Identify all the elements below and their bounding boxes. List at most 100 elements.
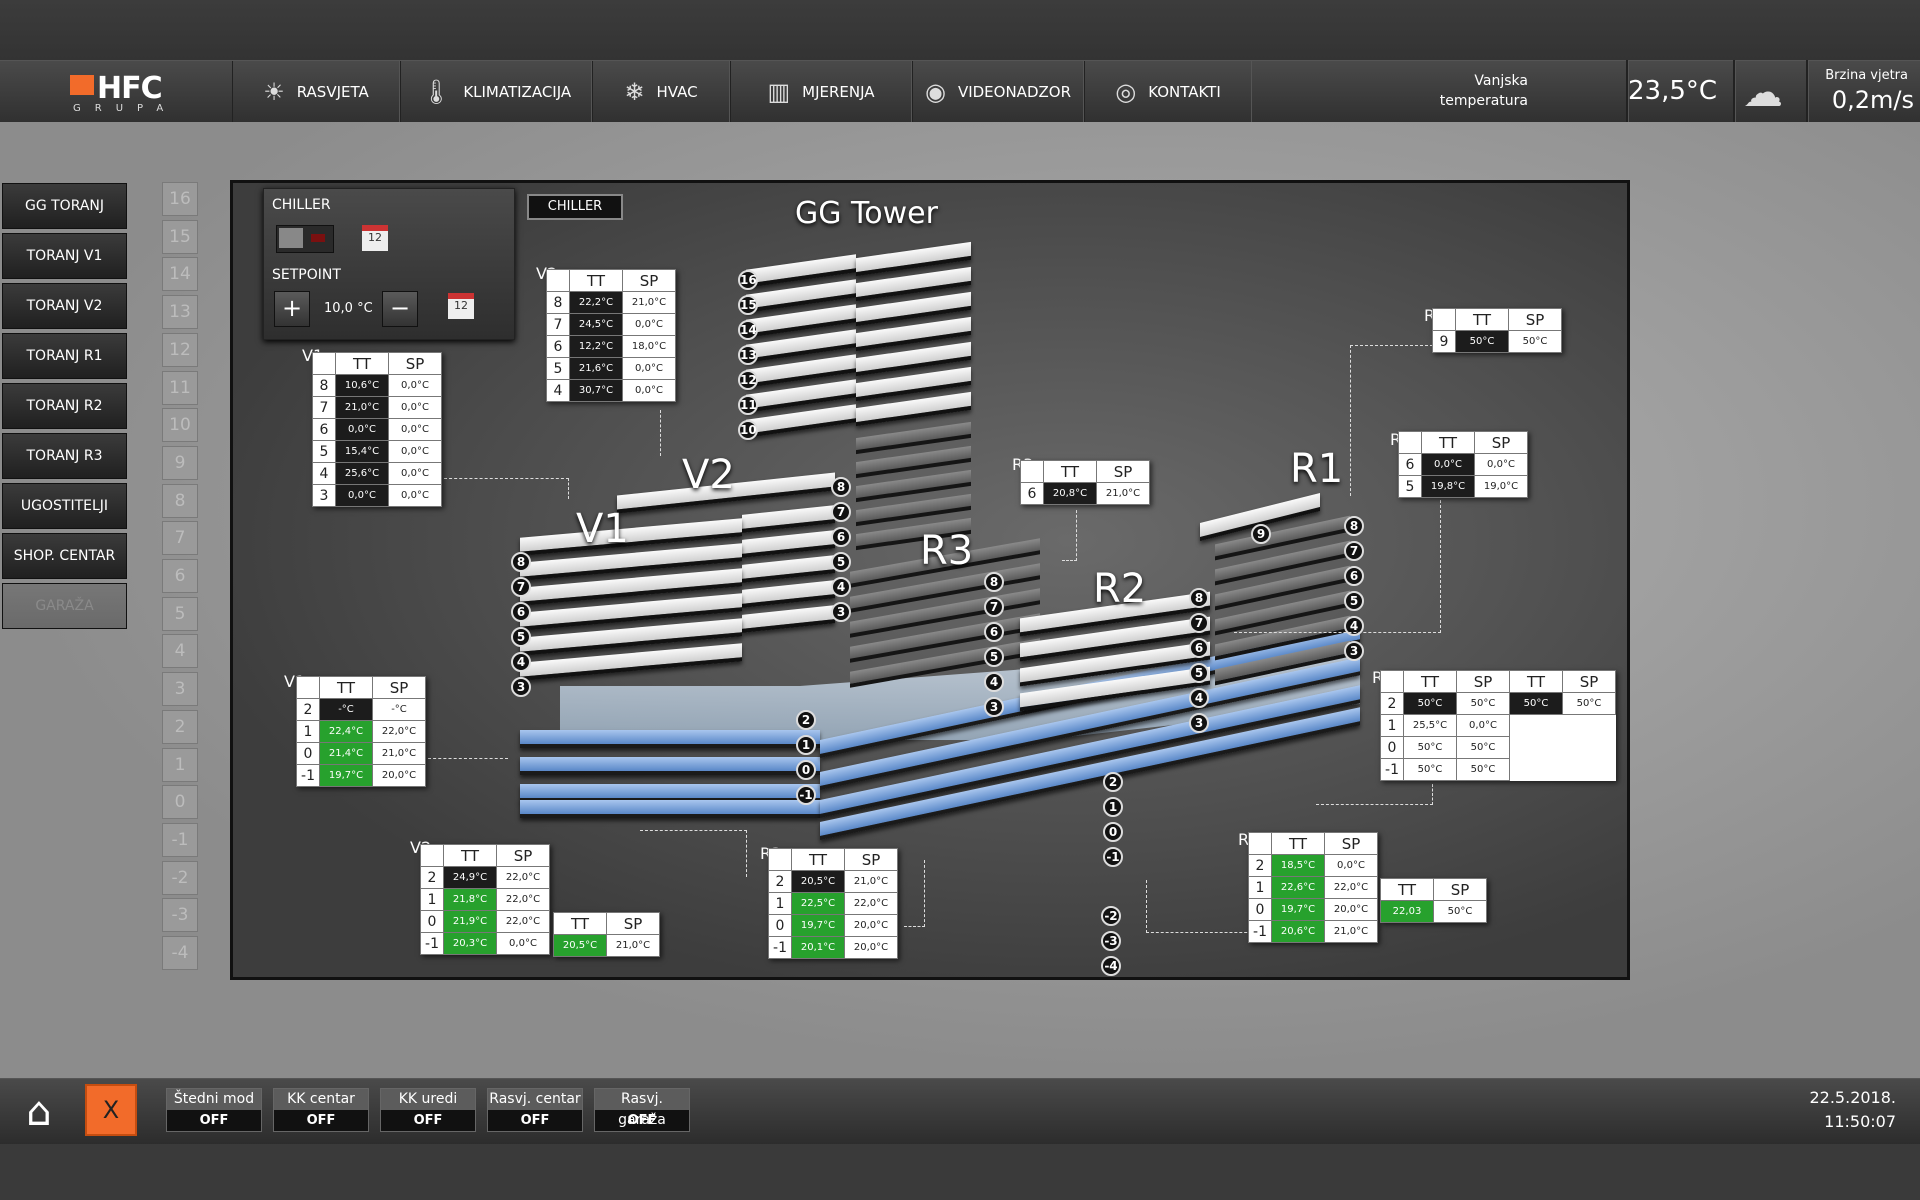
floor-number: 6	[1398, 453, 1422, 476]
quick-toggle-1[interactable]: KK centar OFF	[273, 1088, 369, 1132]
nav-label: KLIMATIZACIJA	[463, 83, 572, 101]
tt-value: 22,03	[1380, 900, 1434, 923]
switch-led	[311, 234, 325, 242]
date-text: 22.5.2018.	[1809, 1088, 1896, 1107]
sidebar-item-toranj-v2[interactable]: TORANJ V2	[2, 283, 127, 329]
floor-badge: 3	[1189, 713, 1209, 733]
r2_top-table: TT SP 6 0,0°C 0,0°C 5 19,8°C 19,0°C	[1398, 431, 1528, 498]
floor-badge: 12	[738, 370, 758, 390]
close-button[interactable]: X	[85, 1084, 137, 1136]
tt-value: 20,3°C	[443, 932, 497, 955]
connector-line	[1234, 500, 1441, 633]
floor-badge: 16	[738, 270, 758, 290]
table-row: 7 21,0°C 0,0°C	[312, 396, 442, 419]
floor-number: 8	[546, 291, 570, 314]
quick-toggle-4[interactable]: Rasvj. garaža OFF	[594, 1088, 690, 1132]
floor-index-cell: 6	[162, 559, 198, 593]
sidebar-item-toranj-r1[interactable]: TORANJ R1	[2, 333, 127, 379]
tt-header: TT	[1380, 878, 1434, 901]
sp-value: 0,0°C	[1324, 854, 1378, 877]
table-header-row: TT SP	[1248, 832, 1378, 855]
tt-header: TT	[1271, 832, 1325, 855]
table-corner	[1398, 431, 1422, 454]
floor-index-cell: 12	[162, 332, 198, 367]
tt-value: 20,6°C	[1271, 920, 1325, 943]
floor-badge: 8	[511, 552, 531, 572]
chiller-onoff-switch[interactable]	[276, 225, 334, 253]
quick-toggle-3[interactable]: Rasvj. centar OFF	[487, 1088, 583, 1132]
floor-badge: 3	[1344, 641, 1364, 661]
table-row: 1 22,6°C 22,0°C	[1248, 876, 1378, 899]
floor-number: 2	[420, 866, 444, 889]
floor-badge: 0	[796, 760, 816, 780]
floor-number: 2	[768, 870, 792, 893]
nav-label: MJERENJA	[802, 83, 875, 101]
setpoint-minus-button[interactable]: −	[382, 291, 418, 327]
quick-toggle-2[interactable]: KK uredi OFF	[380, 1088, 476, 1132]
floor-number: 8	[312, 374, 336, 397]
floor-index-cell: 16	[162, 182, 198, 216]
quick-toggle-0[interactable]: Štedni mod OFF	[166, 1088, 262, 1132]
sp-header: SP	[844, 848, 898, 871]
chiller-tag-button[interactable]: CHILLER	[527, 194, 623, 220]
sidebar-item-toranj-r3[interactable]: TORANJ R3	[2, 433, 127, 479]
tt-value: 0,0°C	[335, 484, 389, 507]
nav-videonadzor[interactable]: ◉ VIDEONADZOR	[912, 61, 1084, 123]
toggle-label: Rasvj. garaža	[595, 1089, 689, 1128]
sidebar-item-shop-centar[interactable]: SHOP. CENTAR	[2, 533, 127, 579]
tt-value: 22,5°C	[791, 892, 845, 915]
floor-number: 4	[546, 379, 570, 402]
setpoint-schedule-icon[interactable]: 12	[448, 293, 474, 319]
sp-value: 50°C	[1456, 758, 1510, 781]
table-header-row: TT SP	[546, 269, 676, 292]
sidebar-item-gg-toranj[interactable]: GG TORANJ	[2, 183, 127, 229]
switch-knob	[279, 228, 303, 248]
floor-badge: 7	[831, 502, 851, 522]
sp-value: 22,0°C	[496, 866, 550, 889]
tt-value: 0,0°C	[335, 418, 389, 441]
sp-value: 0,0°C	[388, 374, 442, 397]
tt-value: 24,5°C	[569, 313, 623, 336]
snowflake-sun-icon: ❄	[624, 78, 645, 106]
floor-number: -1	[420, 932, 444, 955]
nav-rasvjeta[interactable]: ☀ RASVJETA	[232, 61, 400, 123]
setpoint-value: 10,0 °C	[324, 301, 373, 316]
table-row: -1 19,7°C 20,0°C	[296, 764, 426, 787]
sidebar-item-ugostitelji[interactable]: UGOSTITELJI	[2, 483, 127, 529]
home-icon[interactable]: ⌂	[10, 1088, 68, 1138]
table-row: 4 25,6°C 0,0°C	[312, 462, 442, 485]
nav-mjerenja[interactable]: ▥ MJERENJA	[730, 61, 912, 123]
floor-badge: 5	[984, 647, 1004, 667]
tt-value: 22,2°C	[569, 291, 623, 314]
sp-value: 20,0°C	[372, 764, 426, 787]
toggle-value: OFF	[413, 1113, 443, 1128]
table-row: 0 19,7°C 20,0°C	[1248, 898, 1378, 921]
nav-hvac[interactable]: ❄ HVAC	[592, 61, 730, 123]
setpoint-plus-button[interactable]: +	[274, 291, 310, 327]
setpoint-label: SETPOINT	[272, 267, 341, 283]
schedule-calendar-icon[interactable]: 12	[362, 225, 388, 251]
podium-floor	[520, 730, 820, 748]
floor-number: 6	[1020, 482, 1044, 505]
v1_low-table: TT SP 2 -°C -°C 1 22,4°C 22,0°C 0 21,4°C 21,0°C -1 1…	[296, 676, 426, 787]
sp-header: SP	[372, 676, 426, 699]
nav-klimatizacija[interactable]: 🌡 KLIMATIZACIJA	[400, 61, 592, 137]
table-row: 1 22,5°C 22,0°C	[768, 892, 898, 915]
sp-header: SP	[1456, 670, 1510, 693]
floor-number: 6	[546, 335, 570, 358]
tt-value: 25,6°C	[335, 462, 389, 485]
sidebar-item-toranj-v1[interactable]: TORANJ V1	[2, 233, 127, 279]
floor-number: 5	[1398, 475, 1422, 498]
sp-value: -°C	[372, 698, 426, 721]
connector-line	[660, 410, 661, 456]
sidebar-item-toranj-r2[interactable]: TORANJ R2	[2, 383, 127, 429]
empty-cell	[1510, 715, 1563, 737]
tt-value: 24,9°C	[443, 866, 497, 889]
hfc-logo: HFC GRUPA	[55, 69, 230, 117]
bar-chart-icon: ▥	[767, 78, 791, 106]
podium-floor	[520, 800, 820, 818]
tt-value: 19,7°C	[1271, 898, 1325, 921]
nav-kontakti[interactable]: ◎ KONTAKTI	[1084, 61, 1252, 123]
floor-number: 0	[768, 914, 792, 937]
sp-header: SP	[606, 912, 660, 935]
